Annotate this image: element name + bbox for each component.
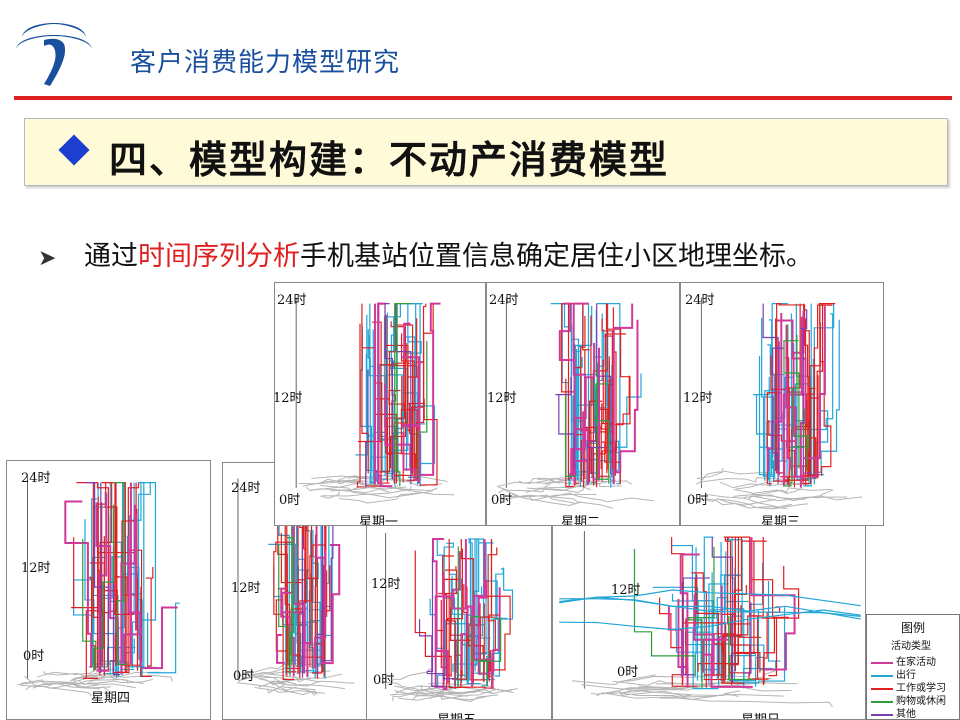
header-divider: [14, 96, 952, 100]
legend-label: 其他: [896, 709, 916, 720]
trajectory-line: [613, 319, 639, 474]
activity-legend: 图例 活动类型 在家活动 出行 工作或学习 购物或休闲 其他: [866, 614, 960, 720]
panel-day-label: 星期一: [359, 515, 399, 526]
y-label-top: 24时: [21, 471, 51, 486]
arrow-bullet-icon: ➤: [38, 246, 57, 271]
panel-day-label: 星期二: [561, 515, 601, 526]
y-label-top: 24时: [277, 293, 307, 308]
y-label-mid: 12时: [683, 391, 713, 406]
legend-swatch: [871, 700, 893, 703]
y-label-top: 24时: [489, 293, 519, 308]
legend-swatch: [871, 687, 893, 690]
diamond-bullet-icon: [58, 134, 90, 166]
legend-item-travel: 出行: [871, 666, 916, 681]
road-line: [389, 668, 433, 684]
panel-day-label: 星期四: [91, 691, 131, 706]
china-telecom-logo: [16, 23, 92, 86]
y-label-bottom: 0时: [373, 673, 395, 688]
trajectory-line: [147, 602, 180, 674]
trajectory-plot-thursday: [17, 476, 180, 697]
legend-item-other: 其他: [871, 705, 916, 720]
legend-item-shopping: 购物或休闲: [871, 692, 946, 707]
y-label-bottom: 0时: [491, 493, 513, 508]
y-label-mid: 12时: [21, 561, 51, 576]
panel-day-label: 星期日: [741, 709, 780, 719]
y-label-bottom: 0时: [687, 493, 709, 508]
legend-subtitle: 活动类型: [891, 641, 931, 652]
body-suffix: 手机基站位置信息确定居住小区地理坐标。: [300, 241, 813, 272]
y-label-bottom: 0时: [617, 665, 639, 680]
y-label-bottom: 0时: [23, 649, 45, 664]
panel-day-label: 星期五: [437, 709, 476, 719]
trajectory-panel-thursday: 24时 12时 0时 星期四: [6, 460, 211, 720]
y-label-top: 24时: [685, 293, 715, 308]
trajectory-line: [145, 566, 154, 667]
road-line: [751, 487, 832, 496]
trajectory-plot-monday: [295, 297, 455, 504]
legend-swatch: [871, 674, 893, 677]
road-line: [502, 494, 614, 509]
trajectory-panel-wednesday: 24时 12时 0时 星期三: [680, 282, 884, 526]
legend-item-home: 在家活动: [871, 653, 936, 668]
legend-title: 图例: [901, 621, 926, 635]
y-label-mid: 12时: [487, 391, 517, 406]
trajectory-panel-tuesday: 24时 12时 0时 星期二: [486, 282, 680, 526]
header-title: 客户消费能力模型研究: [130, 48, 401, 78]
trajectory-plot-sunday: [559, 531, 861, 708]
body-prefix: 通过: [84, 241, 138, 272]
trajectory-panel-sunday: 12时 0时 星期日: [552, 518, 866, 720]
trajectory-line: [559, 598, 861, 620]
legend-swatch: [871, 713, 893, 716]
y-label-top: 24时: [231, 481, 261, 496]
body-highlight: 时间序列分析: [138, 241, 300, 272]
y-label-mid: 12时: [231, 581, 261, 596]
trajectory-line: [64, 500, 93, 668]
y-label-mid: 12时: [611, 583, 641, 598]
y-label-mid: 12时: [371, 577, 401, 592]
legend-swatch: [871, 661, 893, 664]
trajectory-panel-friday: 12时 0时 星期五: [366, 520, 552, 720]
trajectory-line: [418, 619, 444, 687]
trajectory-panel-monday: 24时 12时 0时 星期一: [274, 282, 486, 526]
body-paragraph: 通过时间序列分析手机基站位置信息确定居住小区地理坐标。: [84, 236, 904, 278]
panel-day-label: 星期三: [761, 515, 801, 526]
road-line: [659, 697, 833, 708]
y-label-bottom: 0时: [233, 669, 255, 684]
y-label-bottom: 0时: [279, 493, 301, 508]
trajectory-plot-friday: [379, 533, 518, 703]
legend-item-work: 工作或学习: [871, 679, 946, 694]
section-title: 四、模型构建：不动产消费模型: [109, 138, 670, 182]
section-banner: 四、模型构建：不动产消费模型: [24, 118, 948, 186]
y-label-mid: 12时: [274, 391, 303, 406]
trajectory-line: [762, 606, 781, 685]
